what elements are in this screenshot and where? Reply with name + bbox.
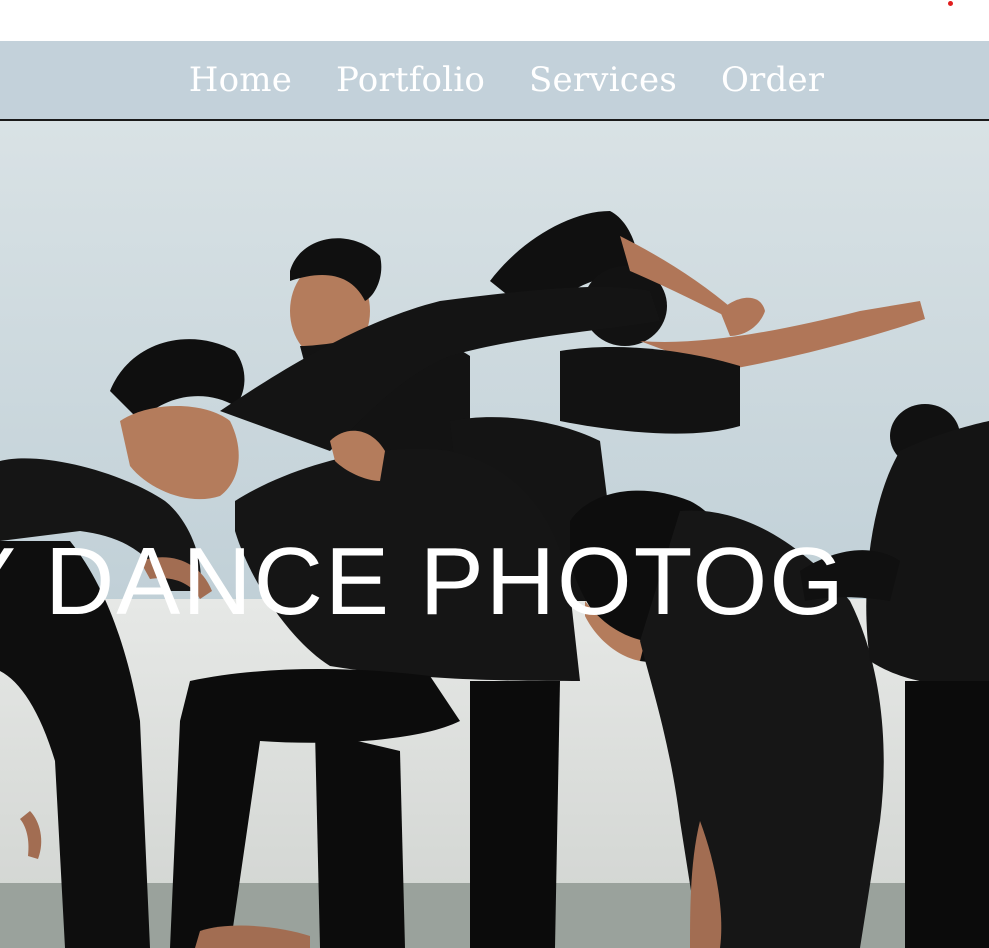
hero-headline: Y DANCE PHOTOG <box>0 528 846 635</box>
nav-link-portfolio[interactable]: Portfolio <box>336 60 485 100</box>
nav-link-home[interactable]: Home <box>189 60 292 100</box>
main-nav: Home Portfolio Services Order <box>0 41 989 121</box>
nav-link-order[interactable]: Order <box>721 60 824 100</box>
top-strip <box>0 0 989 41</box>
nav-list: Home Portfolio Services Order <box>0 41 989 119</box>
hero-banner: Y DANCE PHOTOG <box>0 121 989 948</box>
nav-item-home: Home <box>189 60 292 100</box>
nav-item-order: Order <box>721 60 824 100</box>
nav-item-portfolio: Portfolio <box>336 60 485 100</box>
status-dot <box>948 1 953 6</box>
nav-item-services: Services <box>529 60 677 100</box>
nav-link-services[interactable]: Services <box>529 60 677 100</box>
